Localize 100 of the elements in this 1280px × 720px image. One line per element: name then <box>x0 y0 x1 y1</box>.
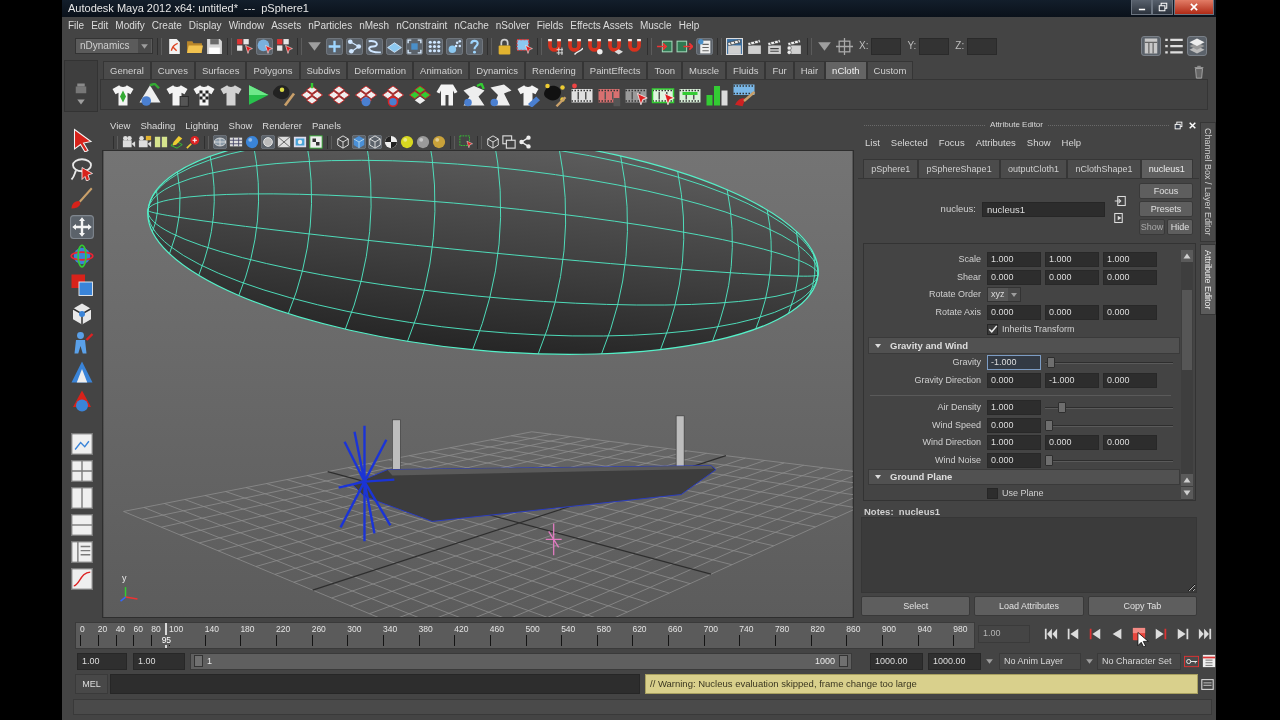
rotate-sphere-icon[interactable] <box>70 244 94 268</box>
slider-track[interactable] <box>1045 357 1173 369</box>
clapper-dots-icon[interactable] <box>786 37 803 55</box>
node-tab[interactable]: pSphereShape1 <box>918 159 1000 178</box>
number-field[interactable]: 0.000 <box>1045 304 1099 320</box>
panel-menu-item[interactable]: Shading <box>140 120 176 132</box>
select-rect-icon[interactable] <box>459 135 473 149</box>
range-slider[interactable]: 1 1000 <box>190 652 852 670</box>
shelf-tab[interactable]: Animation <box>413 61 470 79</box>
panel-columns-icon[interactable] <box>1141 36 1161 56</box>
caret-icon[interactable] <box>985 656 994 666</box>
window-grid-icon[interactable] <box>1202 654 1216 668</box>
pencil-grid-icon[interactable] <box>170 135 184 149</box>
shelf-tab[interactable]: Custom <box>866 61 914 79</box>
tiles-arrow-icon[interactable] <box>300 82 324 107</box>
menu-item[interactable]: nParticles <box>306 20 355 32</box>
shelf-tabs-icon[interactable] <box>75 82 87 94</box>
number-field[interactable]: 0.000 <box>1103 269 1157 285</box>
shelf-tab[interactable]: Muscle <box>682 61 727 79</box>
menu-set-dropdown[interactable]: nDynamics <box>75 38 153 54</box>
number-field[interactable]: 0.000 <box>1103 435 1157 451</box>
shelf-tab[interactable]: nCloth <box>825 61 867 79</box>
checker-tile-icon[interactable] <box>309 135 323 149</box>
node-tab[interactable]: nClothShape1 <box>1067 159 1141 178</box>
move-arrows-icon[interactable] <box>70 215 94 239</box>
menu-item[interactable]: Window <box>226 20 267 32</box>
panel-menu-item[interactable]: Show <box>228 120 253 132</box>
time-slider[interactable]: 0 20 40 60 80 100 140 180 220 260 300 340 380 420 460 500 540 580 620 660 700 740 780 820 860 900 940 980 95 <box>75 622 975 649</box>
play-back-icon[interactable] <box>1110 627 1124 641</box>
cube-gizmo-icon[interactable] <box>70 302 94 326</box>
cone-sphere-icon[interactable] <box>70 389 94 413</box>
plane-icon[interactable] <box>386 37 403 55</box>
document-list-icon[interactable] <box>696 37 713 55</box>
node-tab[interactable]: pSphere1 <box>863 159 919 178</box>
shelf-tab[interactable]: Polygons <box>246 61 300 79</box>
panel-button[interactable]: Hide <box>1167 219 1193 235</box>
clapper-window-icon[interactable] <box>726 37 743 55</box>
film-brush-icon[interactable] <box>732 82 756 107</box>
menu-item[interactable]: Selected <box>890 137 928 149</box>
list-pane-icon[interactable] <box>71 541 93 563</box>
panel-menu-item[interactable]: View <box>110 120 131 132</box>
panel-button[interactable]: Load Attributes <box>974 596 1084 616</box>
panel-button[interactable]: Select <box>861 596 971 616</box>
section-header[interactable]: Ground Plane <box>868 469 1180 485</box>
paintbrush-icon[interactable] <box>70 186 94 210</box>
slider-handle[interactable] <box>839 655 848 667</box>
panel-menu-item[interactable]: Lighting <box>185 120 219 132</box>
book-icon[interactable] <box>154 135 168 149</box>
wire-cube-icon[interactable] <box>368 135 382 149</box>
slider-thumb[interactable] <box>1047 357 1056 369</box>
step-forward-frame-icon[interactable] <box>1154 627 1168 641</box>
shelf-tab[interactable]: Rendering <box>525 61 583 79</box>
slider-track[interactable] <box>1045 454 1173 466</box>
magnet-grid-icon[interactable] <box>546 37 563 55</box>
coordinate-field[interactable] <box>967 37 998 55</box>
number-field[interactable]: 0.000 <box>1045 269 1099 285</box>
question-mark-icon[interactable] <box>466 37 483 55</box>
number-field[interactable]: 0.000 <box>1045 435 1099 451</box>
two-panes-icon[interactable] <box>71 487 93 509</box>
scale-squares-icon[interactable] <box>70 273 94 297</box>
wire-sphere-icon[interactable] <box>213 135 227 149</box>
menu-item[interactable]: nMesh <box>357 20 392 32</box>
step-back-frame-icon[interactable] <box>1088 627 1102 641</box>
shiny-ball-icon[interactable] <box>432 135 446 149</box>
lasso-icon[interactable] <box>70 157 94 181</box>
shelf-tab[interactable]: PaintEffects <box>582 61 648 79</box>
magnet-curve-icon[interactable] <box>566 37 583 55</box>
slider-thumb[interactable] <box>1058 402 1067 414</box>
coordinate-field[interactable] <box>919 37 950 55</box>
slider-track[interactable] <box>1045 402 1173 414</box>
window-lines-icon[interactable] <box>1201 677 1214 691</box>
panel-menu-item[interactable]: Panels <box>311 120 341 132</box>
node-tab[interactable]: nucleus1 <box>1140 159 1194 178</box>
start-time-field[interactable]: 1.00 <box>77 652 127 670</box>
number-field[interactable]: -1.000 <box>1045 372 1099 388</box>
step-forward-key-icon[interactable] <box>1176 627 1190 641</box>
command-input-field[interactable] <box>110 674 640 694</box>
single-pane-icon[interactable] <box>71 433 93 455</box>
clapper-icon[interactable] <box>746 37 763 55</box>
number-field[interactable]: 0.000 <box>987 452 1041 468</box>
menu-item[interactable]: Display <box>186 20 224 32</box>
spray-dots-icon[interactable] <box>446 37 463 55</box>
panel-menu-item[interactable]: Renderer <box>262 120 302 132</box>
slider-thumb[interactable] <box>1045 419 1053 431</box>
language-label[interactable]: MEL <box>75 674 108 694</box>
shirt-eraser-icon[interactable] <box>516 82 540 107</box>
shelf-tab[interactable]: Dynamics <box>469 61 525 79</box>
menu-item[interactable]: Fields <box>534 20 566 32</box>
share-nodes-icon[interactable] <box>518 135 532 149</box>
playback-end-field[interactable]: 1000.00 <box>870 652 923 670</box>
panel-button[interactable]: Copy Tab <box>1087 596 1197 616</box>
grid-x-icon[interactable] <box>277 135 291 149</box>
cloth-sphere-icon[interactable] <box>138 82 162 107</box>
shelf-tab[interactable]: Fur <box>765 61 794 79</box>
cross-icon[interactable] <box>326 37 343 55</box>
magnet-point-icon[interactable] <box>586 37 603 55</box>
curve-icon[interactable] <box>366 37 383 55</box>
stacked-panes-icon[interactable] <box>71 514 93 536</box>
menu-item[interactable]: Help <box>676 20 702 32</box>
two-windows-icon[interactable] <box>502 135 516 149</box>
